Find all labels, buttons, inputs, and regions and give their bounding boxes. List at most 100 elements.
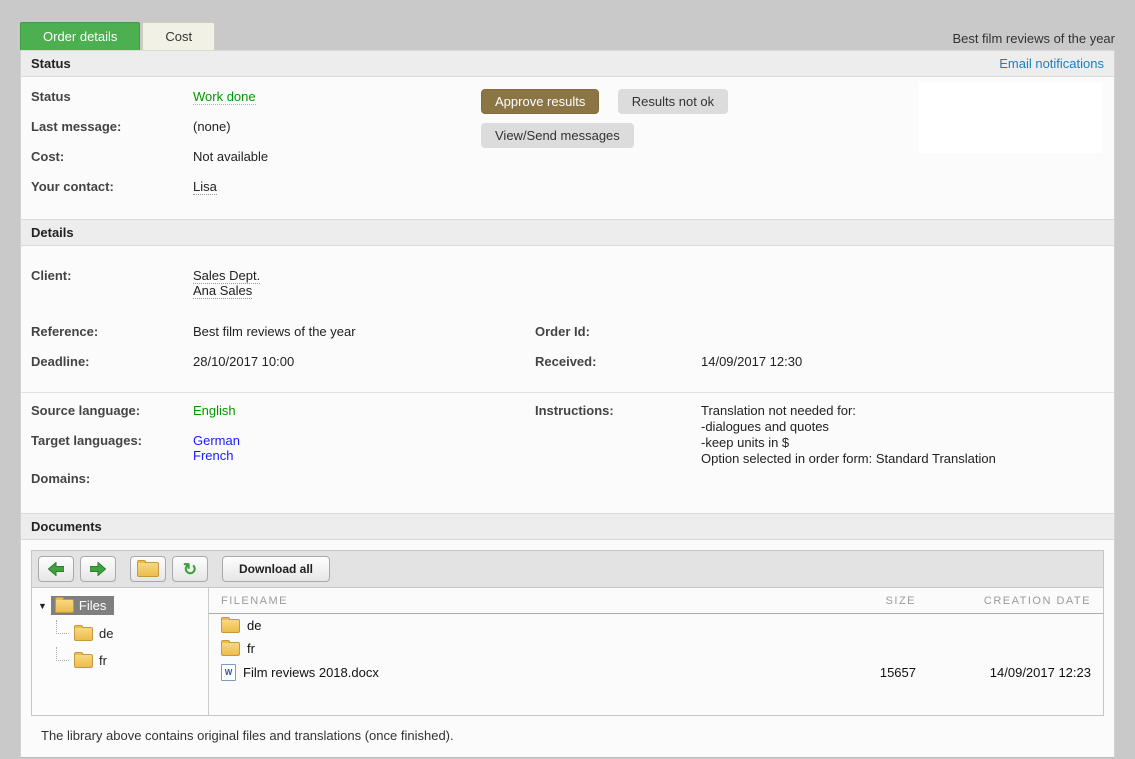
file-library-widget: ↻ Download all ▼ Files: [31, 550, 1104, 716]
last-message-value: (none): [193, 119, 231, 134]
open-folder-button[interactable]: [130, 556, 166, 582]
client-contact[interactable]: Ana Sales: [193, 283, 252, 299]
documents-section: ↻ Download all ▼ Files: [21, 540, 1114, 757]
tree-node-label: de: [99, 626, 113, 641]
deadline-value: 28/10/2017 10:00: [193, 354, 535, 369]
forward-arrow-button[interactable]: [80, 556, 116, 582]
instructions-block: Instructions: Translation not needed for…: [535, 403, 1104, 501]
order-details-panel: Status Email notifications Status Work d…: [20, 50, 1115, 758]
client-row: Client: Sales Dept. Ana Sales: [21, 258, 1114, 324]
client-value: Sales Dept. Ana Sales: [193, 268, 260, 298]
folder-icon: [221, 619, 240, 633]
library-note: The library above contains original file…: [31, 716, 1104, 757]
email-notifications-link[interactable]: Email notifications: [999, 56, 1104, 71]
status-value[interactable]: Work done: [193, 89, 256, 105]
instructions-line-3: -keep units in $: [701, 435, 789, 450]
back-arrow-icon: [48, 562, 64, 576]
results-not-ok-button[interactable]: Results not ok: [618, 89, 728, 114]
file-row-docx[interactable]: W Film reviews 2018.docx 15657 14/09/201…: [209, 660, 1103, 685]
source-language-row: Source language: English: [31, 403, 535, 433]
file-name: de: [247, 618, 261, 633]
status-section-header: Status Email notifications: [21, 50, 1114, 77]
file-row-fr[interactable]: fr: [209, 637, 1103, 660]
deadline-label: Deadline:: [31, 354, 193, 369]
instructions-line-1: Translation not needed for:: [701, 403, 856, 418]
download-all-label: Download all: [229, 562, 323, 576]
open-folder-icon: [137, 562, 159, 577]
refresh-icon: ↻: [183, 561, 197, 578]
tree-expander-icon[interactable]: ▼: [38, 601, 47, 611]
order-id-label: Order Id:: [535, 324, 701, 339]
tab-order-details[interactable]: Order details: [20, 22, 140, 50]
cost-row: Cost: Not available: [21, 149, 1114, 179]
reference-label: Reference:: [31, 324, 193, 339]
documents-section-title: Documents: [31, 519, 102, 534]
instructions-text: Translation not needed for: -dialogues a…: [701, 403, 996, 501]
status-empty-box: [919, 83, 1102, 153]
refresh-button[interactable]: ↻: [172, 556, 208, 582]
client-label: Client:: [31, 268, 193, 283]
tree-connector: [56, 620, 69, 634]
folder-icon: [55, 599, 74, 613]
last-message-label: Last message:: [31, 119, 193, 134]
file-toolbar: ↻ Download all: [32, 551, 1103, 588]
tree-connector: [56, 647, 69, 661]
folder-icon: [74, 654, 93, 668]
client-department[interactable]: Sales Dept.: [193, 268, 260, 284]
word-doc-icon: W: [221, 664, 236, 681]
forward-arrow-icon: [90, 562, 106, 576]
tree-node-label: fr: [99, 653, 107, 668]
received-label: Received:: [535, 354, 701, 369]
instructions-line-4: Option selected in order form: Standard …: [701, 451, 996, 466]
file-name: Film reviews 2018.docx: [243, 665, 379, 680]
domains-row: Domains:: [31, 471, 535, 501]
folder-icon: [221, 642, 240, 656]
tree-root-label[interactable]: Files: [51, 596, 114, 615]
details-section-title: Details: [31, 225, 74, 240]
tree-root-files[interactable]: ▼ Files: [32, 594, 208, 617]
tree-node-de[interactable]: de: [56, 617, 208, 644]
target-language-french[interactable]: French: [193, 448, 233, 463]
file-name: fr: [247, 641, 255, 656]
documents-section-header: Documents: [21, 513, 1114, 540]
tree-node-fr[interactable]: fr: [56, 644, 208, 671]
instructions-line-2: -dialogues and quotes: [701, 419, 829, 434]
contact-label: Your contact:: [31, 179, 193, 194]
status-label: Status: [31, 89, 193, 104]
status-section: Status Work done Last message: (none) Co…: [21, 77, 1114, 219]
file-date: 14/09/2017 12:23: [916, 665, 1091, 680]
file-row-de[interactable]: de: [209, 614, 1103, 637]
target-language-german[interactable]: German: [193, 433, 240, 448]
cost-value: Not available: [193, 149, 268, 164]
tab-bar: Order details Cost Best film reviews of …: [20, 0, 1115, 50]
details-section-header: Details: [21, 219, 1114, 246]
instructions-label: Instructions:: [535, 403, 701, 501]
column-header-creation-date[interactable]: CREATION DATE: [916, 595, 1091, 607]
cost-label: Cost:: [31, 149, 193, 164]
source-language-label: Source language:: [31, 403, 193, 433]
contact-value[interactable]: Lisa: [193, 179, 217, 195]
page: Order details Cost Best film reviews of …: [0, 0, 1135, 759]
tab-cost[interactable]: Cost: [142, 22, 215, 50]
download-all-button[interactable]: Download all: [222, 556, 330, 582]
order-reference-title: Best film reviews of the year: [952, 31, 1115, 50]
status-section-title: Status: [31, 56, 71, 71]
status-actions: Approve results Results not ok View/Send…: [481, 89, 728, 148]
folder-tree: ▼ Files de: [32, 588, 209, 715]
back-arrow-button[interactable]: [38, 556, 74, 582]
file-size: 15657: [786, 665, 916, 680]
file-list: FILENAME SIZE CREATION DATE de: [209, 588, 1103, 715]
approve-results-button[interactable]: Approve results: [481, 89, 599, 114]
target-languages-values: German French: [193, 433, 240, 463]
column-header-size[interactable]: SIZE: [786, 595, 916, 607]
tree-root-name: Files: [79, 598, 106, 613]
target-languages-label: Target languages:: [31, 433, 193, 463]
deadline-row: Deadline: 28/10/2017 10:00 Received: 14/…: [21, 354, 1114, 384]
column-header-filename[interactable]: FILENAME: [221, 595, 786, 607]
view-send-messages-button[interactable]: View/Send messages: [481, 123, 634, 148]
languages-block: Source language: English Target language…: [21, 393, 1114, 501]
details-section: Client: Sales Dept. Ana Sales Reference:…: [21, 246, 1114, 513]
reference-value: Best film reviews of the year: [193, 324, 535, 339]
file-browser: ▼ Files de: [32, 588, 1103, 715]
folder-icon: [74, 627, 93, 641]
